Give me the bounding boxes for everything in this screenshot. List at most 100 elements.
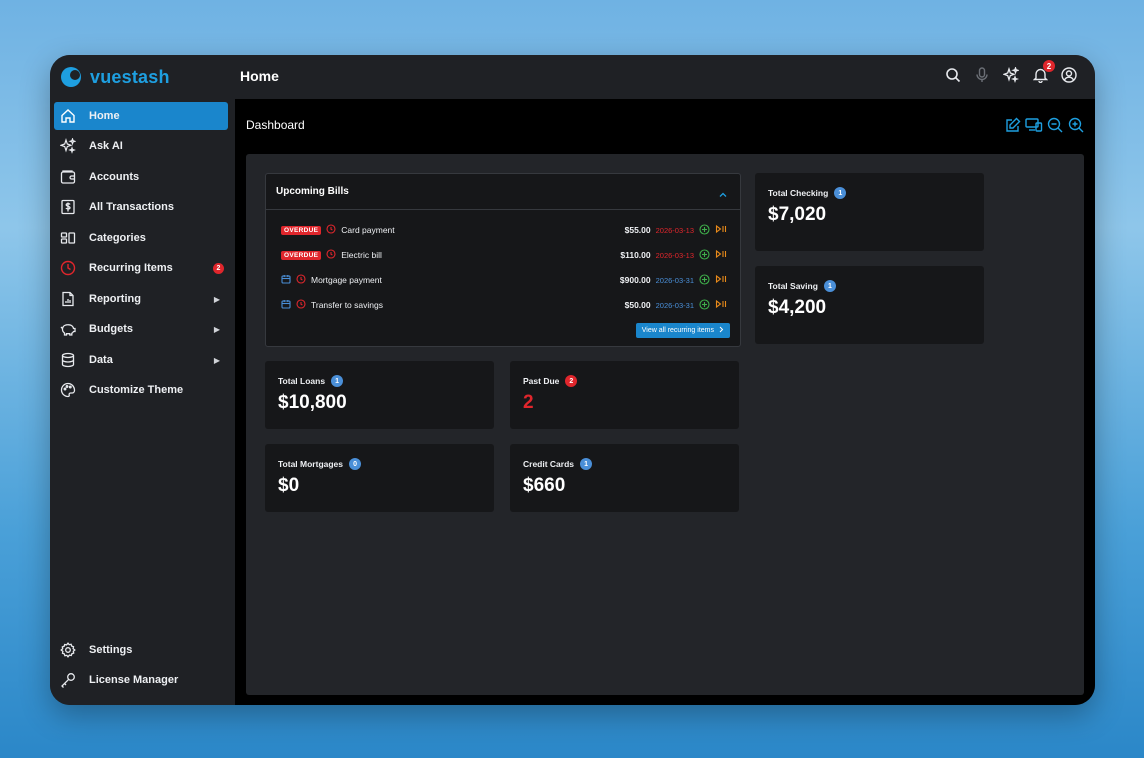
card-value: $10,800	[278, 392, 347, 413]
sidebar-item-customize-theme[interactable]: Customize Theme	[54, 376, 228, 404]
bill-name: Electric bill	[341, 250, 382, 260]
add-payment-icon[interactable]	[699, 248, 710, 262]
card-title: Total Saving	[768, 281, 818, 291]
bill-date: 2026-03-31	[655, 300, 694, 310]
sidebar-item-label: Budgets	[89, 323, 133, 335]
sidebar-item-label: Recurring Items	[89, 262, 173, 274]
zoom-out-icon[interactable]	[1046, 116, 1064, 134]
main-content: Dashboard Upcoming Bills OVERDUE Card pa…	[235, 99, 1095, 705]
add-payment-icon[interactable]	[699, 223, 710, 237]
card-title: Total Loans	[278, 376, 326, 386]
past-due-card[interactable]: Past Due 2 2	[510, 361, 739, 429]
sidebar-item-data[interactable]: Data ▶	[54, 346, 228, 374]
skip-icon[interactable]	[715, 249, 728, 261]
sidebar-item-reporting[interactable]: Reporting ▶	[54, 285, 228, 313]
sidebar-item-license-manager[interactable]: License Manager	[54, 666, 228, 694]
card-value: $660	[523, 475, 566, 496]
sidebar-item-budgets[interactable]: Budgets ▶	[54, 315, 228, 343]
card-value: $7,020	[768, 204, 827, 225]
top-actions: 2	[943, 60, 1079, 85]
add-payment-icon[interactable]	[699, 273, 710, 287]
card-value: $0	[278, 475, 300, 496]
chevron-up-icon[interactable]	[718, 186, 728, 204]
sidebar-item-label: Ask AI	[89, 140, 123, 152]
user-account-icon[interactable]	[1059, 65, 1079, 85]
logo[interactable]: vuestash	[60, 66, 170, 88]
notification-badge: 2	[1043, 60, 1055, 72]
bill-row[interactable]: OVERDUE Card payment $55.00 2026-03-13	[281, 223, 728, 237]
report-icon	[59, 290, 77, 308]
palette-icon	[59, 381, 77, 399]
bill-row[interactable]: OVERDUE Electric bill $110.00 2026-03-13	[281, 248, 728, 262]
skip-icon[interactable]	[715, 224, 728, 236]
sidebar-item-settings[interactable]: Settings	[54, 636, 228, 664]
chevron-right-icon	[718, 326, 724, 335]
sidebar-item-label: Reporting	[89, 293, 141, 305]
microphone-icon[interactable]	[972, 65, 992, 85]
upcoming-bills-title: Upcoming Bills	[276, 186, 349, 197]
sidebar-item-label: Home	[89, 110, 120, 122]
skip-icon[interactable]	[715, 299, 728, 311]
total-loans-card[interactable]: Total Loans 1 $10,800	[265, 361, 494, 429]
expand-arrow-icon: ▶	[213, 294, 220, 304]
sidebar-item-label: Categories	[89, 232, 146, 244]
due-status-icon	[326, 224, 336, 236]
search-icon[interactable]	[943, 65, 963, 85]
sidebar-item-label: License Manager	[89, 674, 179, 686]
overdue-badge: OVERDUE	[281, 250, 322, 260]
card-value: $4,200	[768, 297, 827, 318]
gear-icon	[59, 641, 77, 659]
bill-amount: $110.00	[620, 250, 651, 260]
sidebar-item-label: All Transactions	[89, 201, 174, 213]
wallet-icon	[59, 168, 77, 186]
ai-sparkles-icon[interactable]	[1001, 65, 1021, 85]
devices-icon[interactable]	[1025, 116, 1043, 134]
page-title: Home	[240, 68, 279, 84]
calendar-icon	[281, 299, 291, 311]
sidebar-item-all-transactions[interactable]: All Transactions	[54, 193, 228, 221]
sidebar-item-ask-ai[interactable]: Ask AI	[54, 132, 228, 160]
zoom-in-icon[interactable]	[1067, 116, 1085, 134]
bill-amount: $900.00	[619, 275, 651, 285]
edit-layout-icon[interactable]	[1004, 116, 1022, 134]
sidebar-item-categories[interactable]: Categories	[54, 224, 228, 252]
home-icon	[59, 107, 77, 125]
database-icon	[59, 351, 77, 369]
sidebar-item-label: Data	[89, 354, 113, 366]
bill-date: 2026-03-13	[655, 250, 694, 260]
upcoming-bills-widget: Upcoming Bills OVERDUE Card payment $55.…	[265, 173, 741, 347]
card-value: 2	[523, 392, 534, 413]
bell-icon[interactable]: 2	[1030, 60, 1055, 85]
bill-amount: $55.00	[624, 225, 651, 235]
credit-cards-card[interactable]: Credit Cards 1 $660	[510, 444, 739, 512]
bill-row[interactable]: Transfer to savings $50.00 2026-03-31	[281, 298, 728, 312]
key-icon	[59, 671, 77, 689]
total-saving-card[interactable]: Total Saving 1 $4,200	[755, 266, 984, 344]
card-title: Past Due	[523, 376, 560, 386]
total-mortgages-card[interactable]: Total Mortgages 0 $0	[265, 444, 494, 512]
expand-arrow-icon: ▶	[213, 355, 220, 365]
sidebar-item-recurring-items[interactable]: Recurring Items 2	[54, 254, 228, 282]
calendar-icon	[281, 274, 291, 286]
dashboard-title: Dashboard	[246, 118, 305, 132]
count-badge: 2	[565, 375, 578, 387]
view-all-recurring-button[interactable]: View all recurring items	[635, 323, 730, 338]
logo-icon	[60, 66, 82, 88]
count-badge: 1	[823, 280, 836, 292]
bill-name: Card payment	[341, 225, 395, 235]
bill-name: Mortgage payment	[311, 275, 382, 285]
bill-row[interactable]: Mortgage payment $900.00 2026-03-31	[281, 273, 728, 287]
sidebar: Home Ask AI Accounts All Transactions Ca…	[50, 99, 235, 705]
sidebar-item-accounts[interactable]: Accounts	[54, 163, 228, 191]
add-payment-icon[interactable]	[699, 298, 710, 312]
bill-date: 2026-03-13	[655, 225, 694, 235]
skip-icon[interactable]	[715, 274, 728, 286]
count-badge: 1	[834, 187, 847, 199]
bill-name: Transfer to savings	[311, 300, 383, 310]
due-status-icon	[296, 274, 306, 286]
dollar-icon	[59, 198, 77, 216]
total-checking-card[interactable]: Total Checking 1 $7,020	[755, 173, 984, 251]
upcoming-bills-header[interactable]: Upcoming Bills	[266, 174, 740, 210]
app-window: vuestash Home 2 Home Ask AI Accounts All…	[50, 55, 1095, 705]
sidebar-item-home[interactable]: Home	[54, 102, 228, 130]
